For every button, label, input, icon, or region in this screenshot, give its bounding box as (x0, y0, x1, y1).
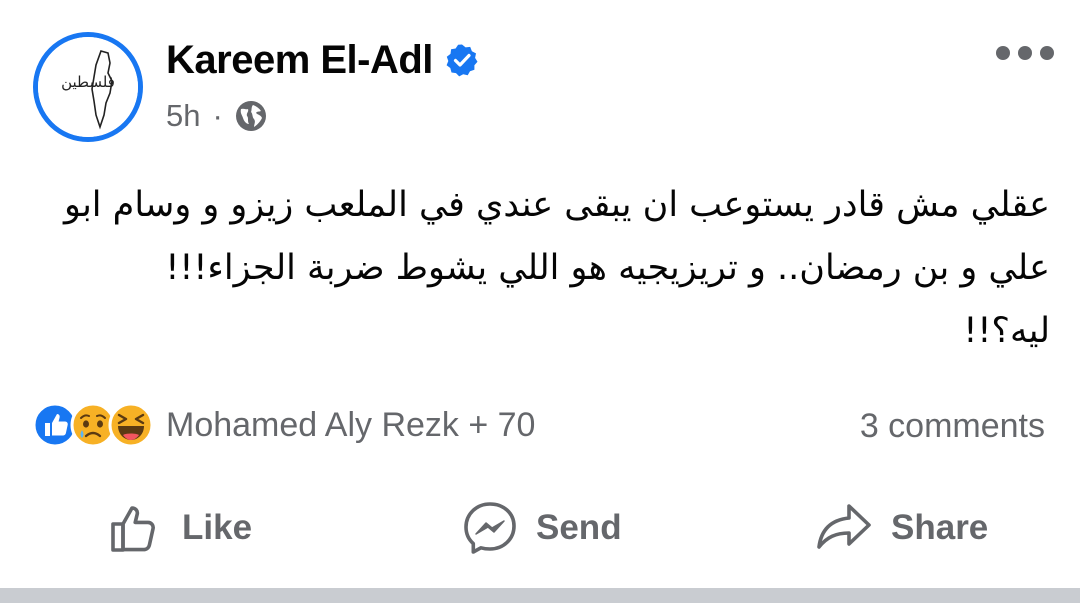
meta-separator: · (212, 98, 223, 133)
avatar-calligraphy: فلسطين (61, 73, 115, 91)
reactions-names: Mohamed Aly Rezk + 70 (166, 405, 536, 444)
share-label: Share (891, 508, 989, 547)
post-timestamp[interactable]: 5h (166, 98, 200, 134)
post-meta: 5h · (166, 96, 267, 136)
author-name[interactable]: Kareem El-Adl (166, 38, 433, 83)
dot (1040, 46, 1054, 60)
more-options-icon[interactable] (996, 38, 1054, 68)
share-button[interactable]: Share (815, 498, 988, 558)
post-card: فلسطين Kareem El-Adl 5h · عقلي مش قادر ي… (0, 0, 1080, 588)
author-row: Kareem El-Adl (166, 36, 479, 84)
dot (996, 46, 1010, 60)
haha-reaction-icon (108, 402, 154, 448)
author-avatar[interactable]: فلسطين (33, 32, 143, 142)
comments-count[interactable]: 3 comments (860, 404, 1045, 448)
messenger-icon (464, 502, 516, 554)
dot (1018, 46, 1032, 60)
share-arrow-icon (817, 504, 871, 549)
send-button[interactable]: Send (462, 498, 622, 558)
globe-icon (235, 101, 266, 131)
post-text: عقلي مش قادر يستوعب ان يبقى عندي في المل… (63, 185, 1050, 351)
like-label: Like (182, 508, 253, 547)
send-label: Send (536, 508, 622, 547)
like-button[interactable]: Like (108, 498, 252, 558)
thumbs-up-icon (111, 506, 155, 552)
feed-divider (0, 588, 1080, 603)
verified-badge-icon (446, 44, 478, 77)
reaction-icons (32, 402, 154, 448)
reactions-summary[interactable]: Mohamed Aly Rezk + 70 (32, 400, 535, 450)
palestine-calligraphy-avatar: فلسطين (38, 37, 138, 137)
